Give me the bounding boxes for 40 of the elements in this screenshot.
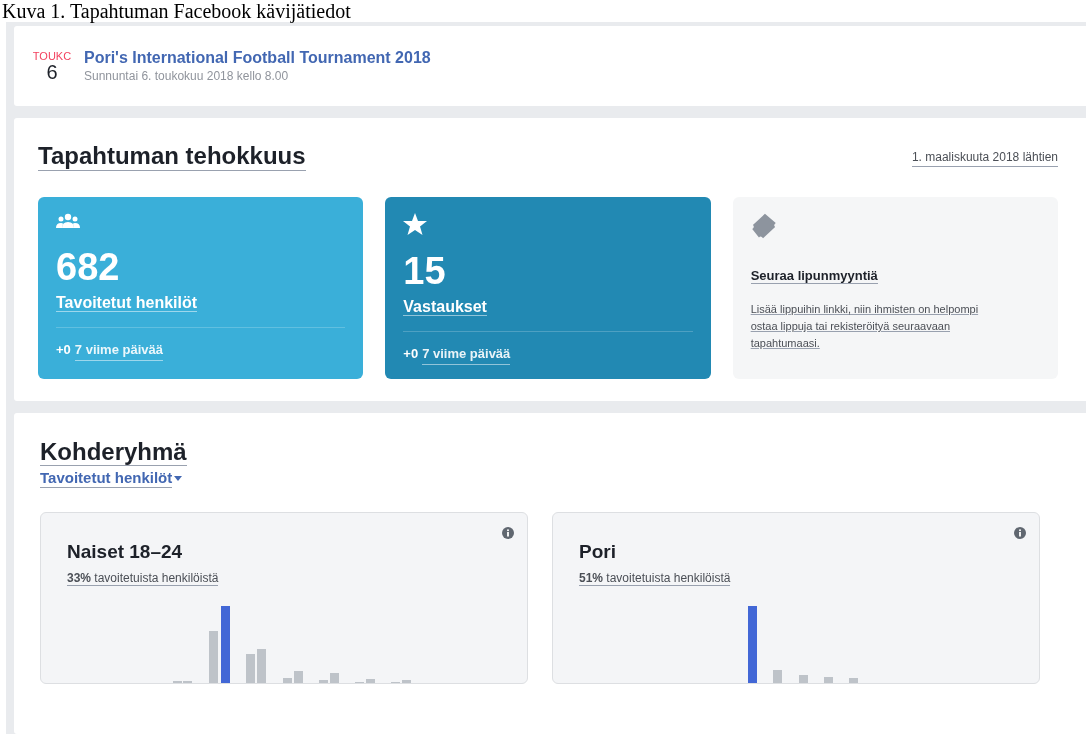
stat-label[interactable]: Vastaukset [403, 298, 487, 316]
chart-bar [773, 669, 782, 683]
ticket-title[interactable]: Seuraa lipunmyyntiä [750, 268, 878, 284]
chart-bar [283, 677, 292, 683]
chart-bar [246, 653, 255, 683]
chart-bar [402, 679, 411, 683]
star-icon [403, 213, 428, 235]
metric-dropdown[interactable]: Tavoitetut henkilöt [40, 468, 183, 488]
info-icon[interactable] [1014, 526, 1026, 539]
stat-change: +0 [403, 345, 419, 363]
chart-bar [257, 648, 266, 683]
chart-bar [849, 677, 858, 683]
audience-share: 51% tavoitetuista henkilöistä [579, 570, 731, 586]
stat-value: 15 [403, 249, 447, 293]
chart-bar [330, 672, 339, 683]
event-date: Sunnuntai 6. toukokuu 2018 kello 8.00 [84, 68, 290, 84]
figure-caption: Kuva 1. Tapahtuman Facebook kävijätiedot [1, 0, 352, 22]
chart-bar [799, 674, 808, 683]
event-title[interactable]: Pori's International Football Tournament 2018 [84, 48, 431, 68]
info-icon[interactable] [502, 526, 514, 539]
audience-share: 33% tavoitetuista henkilöistä [67, 570, 219, 586]
people-icon [56, 213, 80, 231]
section-title: Tapahtuman tehokkuus [38, 142, 306, 171]
caret-icon [174, 475, 183, 481]
event-day: 6 [46, 62, 58, 82]
stat-value: 682 [56, 245, 121, 289]
ticket-icon [750, 213, 777, 239]
chart-bar [824, 676, 833, 683]
audience-card-title: Naiset 18–24 [67, 540, 183, 562]
chart-bar [209, 630, 218, 683]
chart-bar [366, 678, 375, 683]
event-month: TOUKC [32, 50, 72, 62]
chart-bar [319, 679, 328, 683]
section-title: Kohderyhmä [40, 437, 187, 466]
audience-card-title: Pori [579, 540, 616, 562]
date-range-link[interactable]: 1. maaliskuuta 2018 lähtien [911, 148, 1058, 167]
ticket-description: Lisää lippuihin linkki, niin ihmisten on helpompi ostaa lippuja tai rekisteröityä seuraavaan tapahtumaasi. [750, 302, 980, 351]
period-link[interactable]: 7 viime päivää [422, 344, 511, 365]
stat-change: +0 [56, 341, 71, 359]
chart-bar [294, 670, 303, 683]
